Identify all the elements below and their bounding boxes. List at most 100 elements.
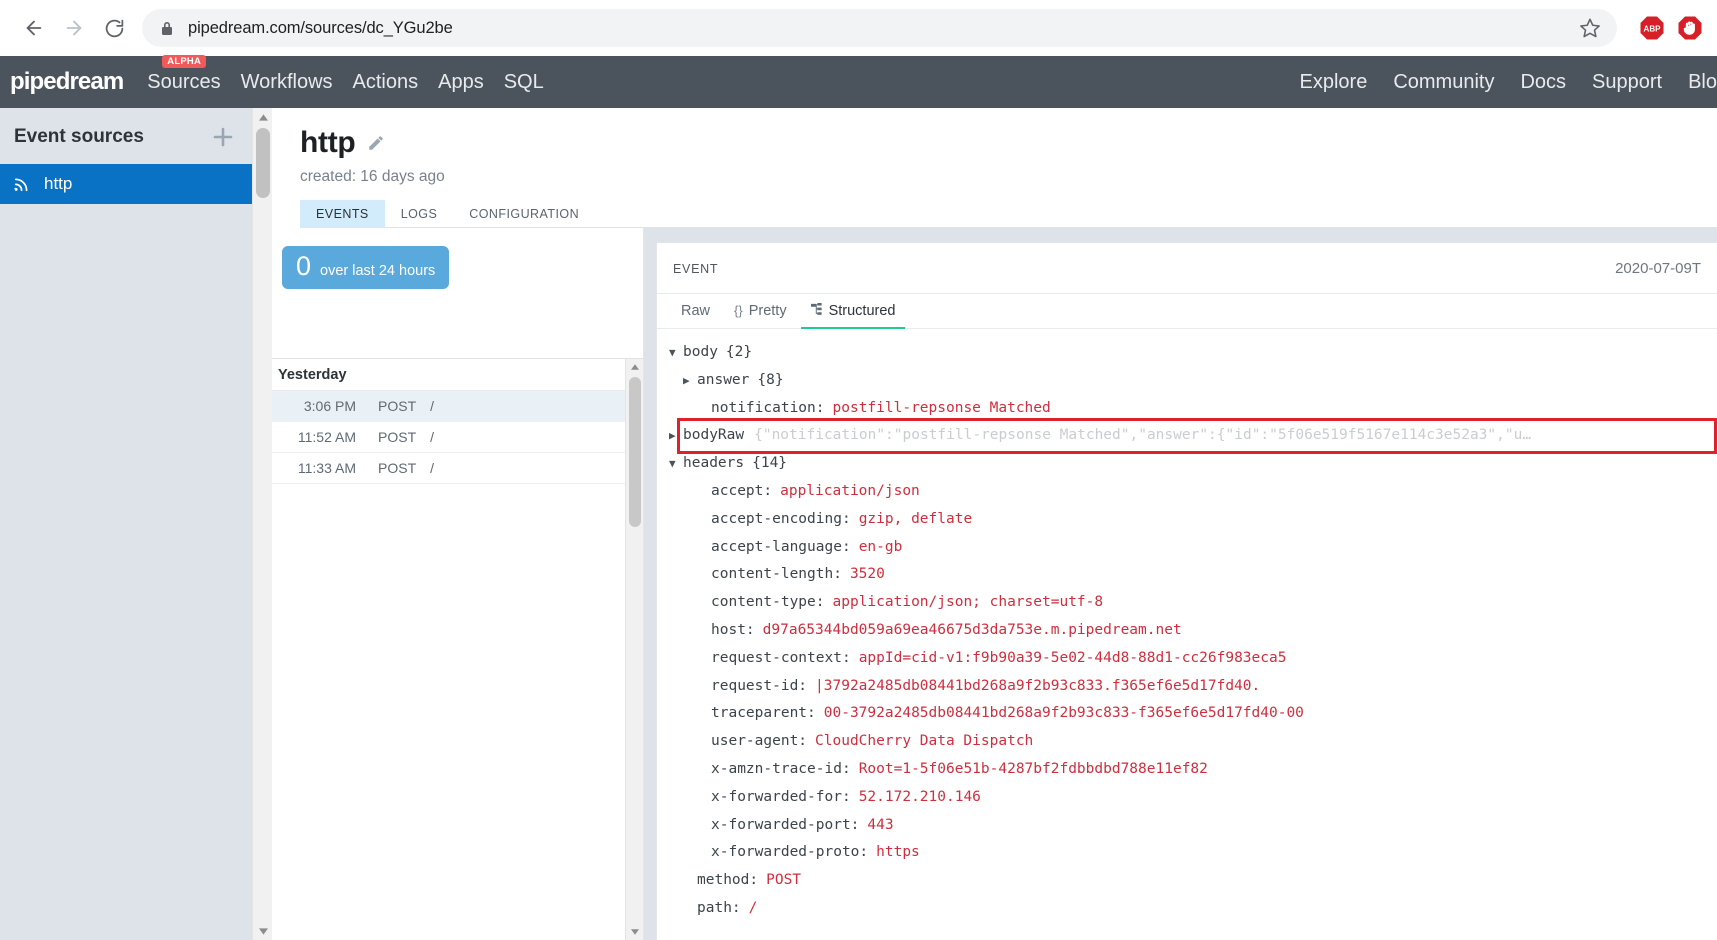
json-row-content-length: content-length: 3520	[669, 561, 1717, 589]
json-row-method: method: POST	[669, 867, 1717, 895]
json-key: path:	[697, 899, 741, 916]
pipedream-logo[interactable]: pipedream	[10, 68, 124, 96]
sidebar-header: Event sources	[0, 108, 252, 164]
rss-icon	[12, 174, 32, 194]
event-list: Yesterday 3:06 PM POST / 11:52 AM POST /	[272, 359, 625, 940]
event-list-scrollbar-thumb[interactable]	[629, 377, 641, 527]
nav-item-sql[interactable]: SQL	[504, 72, 544, 92]
star-icon[interactable]	[1579, 17, 1601, 39]
nav-item-docs[interactable]: Docs	[1520, 72, 1566, 92]
scroll-down-icon[interactable]	[253, 922, 273, 940]
reload-icon	[104, 18, 125, 39]
json-count: {2}	[725, 344, 753, 360]
scroll-up-icon[interactable]	[626, 359, 644, 375]
ublock-origin-extension-icon[interactable]	[1677, 15, 1703, 41]
event-list-scrollbar[interactable]	[625, 359, 643, 940]
braces-icon: {}	[734, 303, 743, 318]
plus-icon[interactable]	[210, 124, 236, 150]
event-timestamp: 2020-07-09T	[1615, 260, 1701, 277]
json-row-accept: accept: application/json	[669, 478, 1717, 506]
json-key: request-context:	[711, 649, 851, 666]
forward-arrow-icon	[63, 17, 85, 39]
nav-item-sources-label: Sources	[147, 71, 221, 93]
event-sources-sidebar: Event sources http	[0, 108, 252, 940]
event-path: /	[430, 460, 435, 476]
json-value-preview: {"notification":"postfill-repsonse Match…	[754, 427, 1532, 444]
tab-pretty-label: Pretty	[748, 302, 787, 319]
json-row-accept-encoding: accept-encoding: gzip, deflate	[669, 506, 1717, 534]
event-path: /	[430, 398, 435, 414]
json-value: 52.172.210.146	[858, 788, 981, 805]
reload-button[interactable]	[94, 8, 134, 48]
source-title-row: http	[300, 126, 1717, 160]
json-value: https	[876, 844, 920, 861]
app-body: Event sources http http created: 16 days…	[0, 108, 1717, 940]
nav-item-support[interactable]: Support	[1592, 72, 1662, 92]
json-key: accept-encoding:	[711, 510, 851, 527]
json-row-body[interactable]: ▼ body {2}	[669, 339, 1717, 367]
tab-pretty[interactable]: {} Pretty	[724, 294, 797, 329]
json-key: answer	[697, 371, 750, 388]
address-bar-url[interactable]: pipedream.com/sources/dc_YGu2be	[188, 19, 1579, 38]
primary-nav: ALPHA Sources Workflows Actions Apps SQL	[147, 55, 563, 93]
json-row-bodyraw[interactable]: ▶ bodyRaw {"notification":"postfill-reps…	[669, 418, 1717, 455]
nav-item-sources[interactable]: ALPHA Sources	[147, 55, 221, 93]
back-button[interactable]	[14, 8, 54, 48]
back-arrow-icon	[23, 17, 45, 39]
json-row-headers[interactable]: ▼ headers {14}	[669, 450, 1717, 478]
json-key: traceparent:	[711, 705, 816, 722]
pencil-icon[interactable]	[367, 134, 385, 152]
json-row-answer[interactable]: ▶ answer {8}	[669, 367, 1717, 395]
chevron-right-icon[interactable]: ▶	[669, 422, 683, 450]
event-list-item[interactable]: 11:52 AM POST /	[272, 422, 625, 453]
json-tree: ▼ body {2} ▶ answer {8} notification: po…	[657, 329, 1717, 940]
json-value: d97a65344bd059a69ea46675d3da753e.m.piped…	[762, 621, 1182, 638]
event-time: 11:33 AM	[297, 460, 356, 476]
json-key: notification:	[711, 399, 825, 416]
event-label: EVENT	[673, 261, 719, 276]
chevron-right-icon[interactable]: ▶	[683, 367, 697, 395]
scroll-down-icon[interactable]	[626, 924, 644, 940]
nav-item-workflows[interactable]: Workflows	[241, 72, 333, 92]
event-list-item[interactable]: 3:06 PM POST /	[272, 391, 625, 422]
nav-item-apps[interactable]: Apps	[438, 72, 484, 92]
nav-item-explore[interactable]: Explore	[1300, 72, 1368, 92]
adblock-plus-extension-icon[interactable]: ABP	[1639, 15, 1665, 41]
event-method: POST	[378, 398, 417, 414]
json-row-host: host: d97a65344bd059a69ea46675d3da753e.m…	[669, 617, 1717, 645]
forward-button[interactable]	[54, 8, 94, 48]
chevron-down-icon[interactable]: ▼	[669, 450, 683, 478]
sidebar-scrollbar-thumb[interactable]	[256, 128, 270, 198]
json-row-accept-language: accept-language: en-gb	[669, 534, 1717, 562]
json-row-notification: notification: postfill-repsonse Matched	[669, 395, 1717, 423]
chevron-down-icon[interactable]: ▼	[669, 339, 683, 367]
event-day-header: Yesterday	[272, 359, 625, 391]
tab-logs[interactable]: LOGS	[385, 200, 454, 228]
json-value: gzip, deflate	[858, 510, 973, 527]
scroll-up-icon[interactable]	[253, 108, 273, 126]
tab-events[interactable]: EVENTS	[300, 200, 385, 228]
tab-structured[interactable]: Structured	[800, 294, 906, 329]
json-row-request-id: request-id: |3792a2485db08441bd268a9f2b9…	[669, 673, 1717, 701]
sidebar-item-http-label: http	[44, 174, 73, 193]
json-row-x-amzn-trace-id: x-amzn-trace-id: Root=1-5f06e51b-4287bf2…	[669, 756, 1717, 784]
json-value: Root=1-5f06e51b-4287bf2fdbbdbd788e11ef82	[858, 760, 1208, 777]
json-value: en-gb	[858, 538, 903, 555]
sidebar-scrollbar[interactable]	[252, 108, 272, 940]
json-viewer: ▼ body {2} ▶ answer {8} notification: po…	[657, 329, 1717, 940]
alpha-badge: ALPHA	[162, 55, 207, 68]
page-title: http	[300, 126, 356, 159]
event-list-item[interactable]: 11:33 AM POST /	[272, 453, 625, 484]
sidebar-item-http[interactable]: http	[0, 164, 252, 204]
json-row-traceparent: traceparent: 00-3792a2485db08441bd268a9f…	[669, 700, 1717, 728]
nav-item-actions[interactable]: Actions	[353, 72, 419, 92]
tab-configuration[interactable]: CONFIGURATION	[453, 200, 595, 228]
nav-item-blog[interactable]: Blo	[1688, 72, 1717, 92]
json-key: x-forwarded-proto:	[711, 844, 869, 861]
lock-icon	[160, 20, 174, 37]
json-key: request-id:	[711, 677, 808, 694]
address-bar[interactable]: pipedream.com/sources/dc_YGu2be	[142, 9, 1617, 47]
tab-raw[interactable]: Raw	[671, 294, 720, 329]
nav-item-community[interactable]: Community	[1393, 72, 1494, 92]
json-row-request-context: request-context: appId=cid-v1:f9b90a39-5…	[669, 645, 1717, 673]
